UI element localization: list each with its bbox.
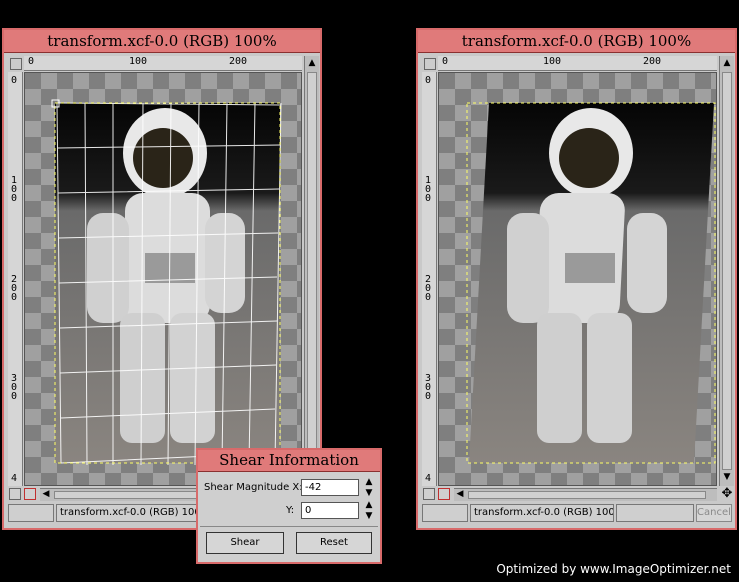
vertical-scrollbar[interactable]: ▲ ▼	[719, 56, 734, 486]
ruler-label: 100	[543, 56, 562, 67]
x-spinner-icon[interactable]: ▲ ▼	[363, 477, 375, 499]
ruler-label: 0	[425, 75, 432, 86]
cancel-button[interactable]: Cancel	[696, 504, 732, 522]
quick-mask-off-icon[interactable]	[423, 488, 435, 500]
status-bar-text: transform.xcf-0.0 (RGB) 100	[470, 504, 614, 522]
vertical-scrollbar[interactable]: ▲ ▼	[304, 56, 319, 486]
horizontal-ruler[interactable]: 0 100 200	[438, 56, 717, 71]
watermark-text: Optimized by www.ImageOptimizer.net	[496, 562, 731, 576]
status-bar-left	[422, 504, 468, 522]
shear-button[interactable]: Shear	[206, 532, 284, 554]
ruler-label: 0	[11, 75, 18, 86]
horizontal-scrollbar[interactable]: ◀	[454, 488, 717, 501]
reset-button[interactable]: Reset	[296, 532, 372, 554]
scroll-up-arrow-icon[interactable]: ▲	[306, 58, 318, 68]
ruler-corner-button[interactable]	[424, 58, 436, 70]
dialog-separator	[200, 526, 378, 527]
right-image-canvas[interactable]	[438, 72, 717, 486]
ruler-label: 1 0 0	[425, 175, 432, 204]
shear-dialog-title[interactable]: Shear Information	[198, 450, 380, 472]
vertical-ruler[interactable]: 0 1 0 0 2 0 0 3 0 0 4	[8, 72, 23, 486]
status-bar-text: transform.xcf-0.0 (RGB) 100	[56, 504, 200, 522]
scroll-down-arrow-icon[interactable]: ▼	[721, 472, 733, 482]
shear-y-label: Y:	[286, 505, 295, 516]
ruler-label: 0	[28, 56, 35, 67]
scroll-left-arrow-icon[interactable]: ◀	[455, 489, 465, 499]
ruler-label: 2 0 0	[11, 274, 18, 303]
vertical-ruler[interactable]: 0 1 0 0 2 0 0 3 0 0 4	[422, 72, 437, 486]
shear-magnitude-x-label: Shear Magnitude X:	[204, 482, 303, 493]
scroll-left-arrow-icon[interactable]: ◀	[41, 489, 51, 499]
sheared-astronaut-photo	[466, 102, 716, 464]
ruler-corner-button[interactable]	[10, 58, 22, 70]
right-image-window: transform.xcf-0.0 (RGB) 100% 0 100 200 0…	[416, 28, 737, 530]
left-image-canvas[interactable]	[24, 72, 302, 486]
ruler-label: 4	[425, 473, 432, 484]
left-window-title[interactable]: transform.xcf-0.0 (RGB) 100%	[4, 30, 320, 53]
y-spinner-icon[interactable]: ▲ ▼	[363, 500, 375, 522]
shear-y-input[interactable]: 0	[301, 502, 359, 519]
ruler-label: 3 0 0	[425, 373, 432, 402]
quick-mask-off-icon[interactable]	[9, 488, 21, 500]
ruler-label: 4	[11, 473, 18, 484]
vertical-scroll-thumb[interactable]	[307, 72, 317, 470]
quick-mask-on-icon[interactable]	[438, 488, 450, 500]
right-window-title[interactable]: transform.xcf-0.0 (RGB) 100%	[418, 30, 735, 53]
ruler-label: 0	[442, 56, 449, 67]
ruler-label: 200	[643, 56, 662, 67]
quick-mask-on-icon[interactable]	[24, 488, 36, 500]
ruler-label: 3 0 0	[11, 373, 18, 402]
vertical-scroll-thumb[interactable]	[722, 72, 732, 470]
status-bar-left	[8, 504, 54, 522]
ruler-label: 100	[129, 56, 148, 67]
horizontal-ruler[interactable]: 0 100 200	[24, 56, 302, 71]
shear-magnitude-x-input[interactable]: -42	[301, 479, 359, 496]
shear-information-dialog: Shear Information Shear Magnitude X: -42…	[196, 448, 382, 564]
navigate-move-icon[interactable]: ✥	[720, 487, 734, 501]
astronaut-photo	[51, 99, 282, 466]
horizontal-scroll-thumb[interactable]	[468, 491, 706, 499]
ruler-label: 200	[229, 56, 248, 67]
status-bar-progress	[616, 504, 694, 522]
ruler-label: 1 0 0	[11, 175, 18, 204]
ruler-label: 2 0 0	[425, 274, 432, 303]
scroll-up-arrow-icon[interactable]: ▲	[721, 58, 733, 68]
